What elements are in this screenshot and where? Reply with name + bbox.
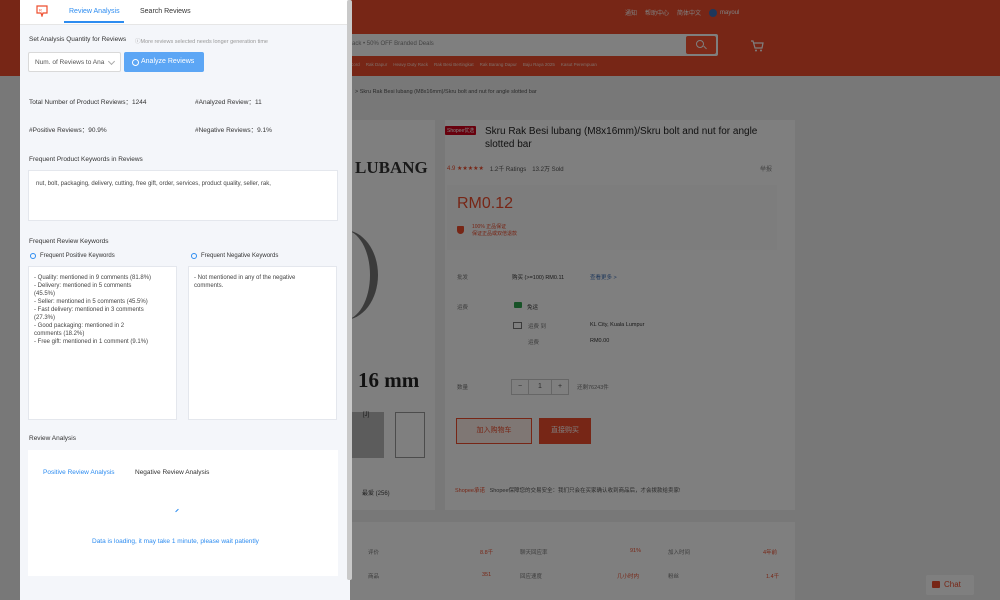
- negative-keywords-text: - Not mentioned in any of the negative c…: [194, 275, 296, 289]
- positive-keywords-radio[interactable]: [30, 253, 36, 259]
- select-value: Num. of Reviews to Ana: [35, 59, 105, 66]
- quantity-label: Set Analysis Quantity for Reviews: [29, 36, 127, 43]
- review-count-select[interactable]: Num. of Reviews to Ana: [28, 52, 121, 72]
- tab-positive-analysis[interactable]: Positive Review Analysis: [43, 469, 115, 476]
- product-keywords-text: nut, bolt, packaging, delivery, cutting,…: [36, 181, 271, 187]
- positive-label: #Positive Reviews：: [29, 127, 89, 134]
- negative-keywords-radio[interactable]: [191, 253, 197, 259]
- negative-label: #Negative Reviews：: [195, 127, 258, 134]
- active-tab-indicator: [64, 21, 124, 23]
- product-keywords-box: nut, bolt, packaging, delivery, cutting,…: [28, 170, 338, 221]
- panel-header: R Review Analysis Search Reviews: [20, 0, 350, 25]
- negative-keywords-box: - Not mentioned in any of the negative c…: [188, 266, 337, 420]
- negative-reviews-stat: #Negative Reviews：9.1%: [195, 124, 272, 134]
- tab-negative-analysis[interactable]: Negative Review Analysis: [135, 469, 209, 476]
- analyzed-reviews-stat: #Analyzed Review：11: [195, 96, 262, 106]
- negative-keywords-title: Frequent Negative Keywords: [201, 253, 279, 259]
- review-analysis-box: Positive Review Analysis Negative Review…: [28, 450, 338, 576]
- chevron-down-icon: [107, 57, 116, 66]
- total-reviews-label: Total Number of Product Reviews：: [29, 99, 132, 106]
- positive-keywords-text: - Quality: mentioned in 9 comments (81.8…: [34, 275, 152, 345]
- loading-text: Data is loading, it may take 1 minute, p…: [92, 538, 259, 545]
- negative-value: 9.1%: [257, 127, 272, 134]
- analyze-label: Analyze Reviews: [141, 58, 195, 65]
- total-reviews-value: 1244: [131, 99, 147, 106]
- positive-reviews-stat: #Positive Reviews：90.9%: [29, 124, 107, 134]
- analyzed-value: 11: [254, 99, 262, 106]
- review-keywords-title: Frequent Review Keywords: [29, 238, 109, 245]
- product-keywords-title: Frequent Product Keywords in Reviews: [29, 156, 143, 163]
- analyze-icon: [132, 59, 139, 66]
- quantity-hint: ⓘMore reviews selected needs longer gene…: [135, 39, 268, 45]
- total-reviews-stat: Total Number of Product Reviews：1244: [29, 96, 146, 106]
- positive-keywords-box: - Quality: mentioned in 9 comments (81.8…: [28, 266, 177, 420]
- tab-search-reviews[interactable]: Search Reviews: [140, 8, 191, 15]
- analyze-reviews-button[interactable]: Analyze Reviews: [124, 52, 204, 72]
- svg-text:R: R: [39, 8, 42, 13]
- extension-logo-icon: R: [36, 5, 48, 17]
- analyzed-label: #Analyzed Review：: [195, 99, 255, 106]
- review-analysis-panel: R Review Analysis Search Reviews Set Ana…: [20, 0, 350, 600]
- positive-value: 90.9%: [88, 127, 107, 134]
- review-analysis-title: Review Analysis: [29, 435, 76, 442]
- positive-keywords-title: Frequent Positive Keywords: [40, 253, 115, 259]
- tab-review-analysis[interactable]: Review Analysis: [69, 8, 120, 15]
- panel-scrollbar[interactable]: [347, 0, 352, 580]
